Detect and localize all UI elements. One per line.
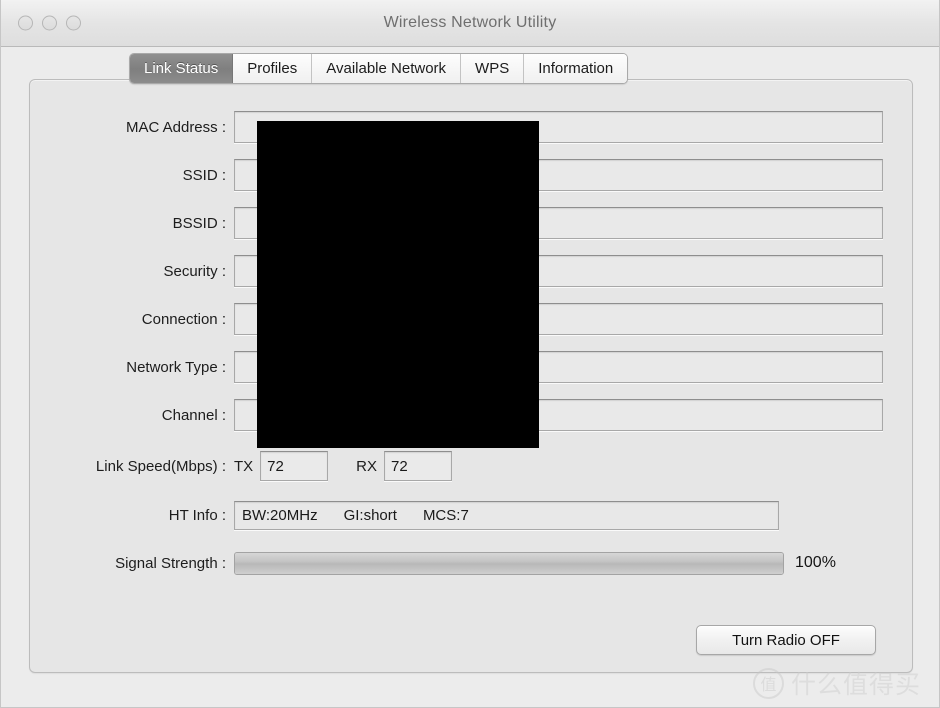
tab-available-network-label: Available Network [326,60,447,77]
label-network-type: Network Type : [126,358,226,376]
row-signal-strength: Signal Strength : 100% [30,547,836,579]
signal-strength-fill [235,552,783,574]
label-rx: RX [356,457,378,475]
signal-strength-bar [234,551,784,575]
close-button-icon[interactable] [18,15,33,31]
ht-bandwidth: BW:20MHz [242,506,318,524]
link-speed-group: TX 72 RX 72 [234,451,453,481]
tab-group: Link Status Profiles Available Network W… [129,53,629,84]
window-title: Wireless Network Utility [383,14,557,31]
ht-guard-interval: GI:short [343,506,397,524]
window-controls [18,15,81,31]
tab-wps-label: WPS [475,60,510,77]
turn-radio-off-label: Turn Radio OFF [732,631,840,649]
label-mac-address: MAC Address : [125,118,226,136]
row-link-speed: Link Speed(Mbps) : TX 72 RX 72 [30,450,453,482]
value-ht-info[interactable]: BW:20MHz GI:short MCS:7 [234,500,779,530]
wireless-network-utility-window: Wireless Network Utility Link Status Pro… [0,0,940,708]
label-channel: Channel : [161,406,226,424]
label-link-speed: Link Speed(Mbps) : [95,457,226,475]
label-tx: TX [234,457,254,475]
title-bar: Wireless Network Utility [1,0,939,47]
turn-radio-off-button[interactable]: Turn Radio OFF [696,625,876,655]
label-bssid: BSSID : [172,214,226,232]
redaction-overlay [257,121,539,448]
value-tx-speed[interactable]: 72 [260,451,329,481]
value-rx-speed[interactable]: 72 [384,451,453,481]
ht-mcs: MCS:7 [422,506,469,524]
label-security: Security : [163,262,226,280]
tab-link-status-label: Link Status [144,60,219,77]
tab-information[interactable]: Information [524,54,628,83]
tab-bar: Link Status Profiles Available Network W… [1,47,939,84]
label-signal-strength: Signal Strength : [115,554,226,572]
row-ht-info: HT Info : BW:20MHz GI:short MCS:7 [30,499,779,531]
tab-wps[interactable]: WPS [461,54,525,83]
tab-profiles-label: Profiles [247,60,298,77]
label-ssid: SSID : [182,166,226,184]
label-connection: Connection : [141,310,226,328]
signal-strength-percent: 100% [795,554,836,571]
tab-link-status[interactable]: Link Status [130,54,234,83]
tab-profiles[interactable]: Profiles [233,54,313,83]
tab-available-network[interactable]: Available Network [312,54,462,83]
zoom-button-icon[interactable] [66,15,81,31]
label-ht-info: HT Info : [168,506,226,524]
tab-information-label: Information [538,60,614,77]
minimize-button-icon[interactable] [42,15,57,31]
